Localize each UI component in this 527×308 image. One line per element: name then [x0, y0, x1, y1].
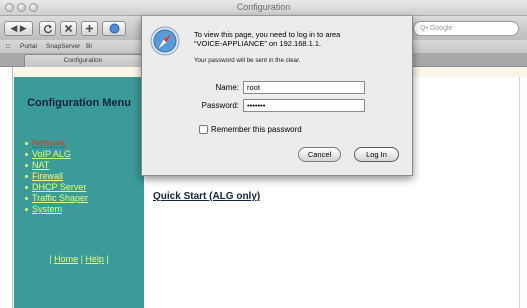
window-title: Configuration [236, 2, 291, 12]
bookmarks-book-icon[interactable]: □ [6, 43, 10, 50]
tab-configuration[interactable]: Configuration [24, 54, 142, 67]
address-bar-icon[interactable] [102, 21, 126, 36]
menu-item-traffic-shaper[interactable]: Traffic Shaper [25, 193, 88, 204]
bullet-icon [25, 153, 28, 156]
menu-item-label: System [32, 204, 63, 214]
cancel-button[interactable]: Cancel [298, 147, 341, 162]
bullet-icon [25, 197, 28, 200]
menu-item-label: Firewall [32, 171, 64, 181]
plus-icon[interactable] [81, 21, 98, 36]
help-link[interactable]: Help [85, 254, 104, 264]
bookmark-portal[interactable]: Portal [20, 43, 37, 50]
clear-text-warning: Your password will be sent in the clear. [194, 57, 301, 64]
sidebar-footer: | Home | Help | [49, 254, 109, 264]
bookmark-truncated[interactable]: Bi [86, 43, 92, 50]
menu-item-label: Traffic Shaper [32, 193, 89, 203]
back-forward-button[interactable]: ◀ ▶ [4, 21, 33, 36]
menu-item-system[interactable]: System [25, 204, 88, 215]
home-link[interactable]: Home [54, 254, 78, 264]
menu-item-label: VoIP ALG [32, 149, 71, 159]
name-label: Name: [215, 83, 239, 92]
quick-start-link[interactable]: Quick Start (ALG only) [153, 191, 260, 202]
remember-password-label[interactable]: Remember this password [211, 125, 302, 134]
config-sidebar: Configuration Menu Network VoIP ALG NAT … [14, 77, 144, 308]
bullet-icon [25, 208, 28, 211]
password-field[interactable]: ••••••• [243, 99, 365, 112]
remember-password-checkbox[interactable] [199, 125, 208, 134]
sidebar-title-text: Configuration Menu [27, 97, 131, 109]
stop-icon[interactable] [60, 21, 77, 36]
refresh-icon[interactable] [39, 21, 56, 36]
config-menu: Network VoIP ALG NAT Firewall DHCP Serve… [25, 138, 88, 215]
menu-item-firewall[interactable]: Firewall [25, 171, 88, 182]
menu-item-label: NAT [32, 160, 50, 170]
right-divider [519, 77, 520, 308]
login-dialog: To view this page, you need to log in to… [141, 16, 413, 176]
bullet-icon [25, 164, 28, 167]
bullet-icon [25, 186, 28, 189]
menu-item-network[interactable]: Network [25, 138, 88, 149]
bullet-icon [25, 142, 28, 145]
login-button[interactable]: Log In [354, 147, 399, 162]
sidebar-title: Configuration Menu [14, 97, 144, 110]
login-message-line2: “VOICE-APPLIANCE” on 192.168.1.1. [194, 39, 322, 48]
bookmark-snapserver[interactable]: SnapServer [46, 43, 80, 50]
menu-item-dhcp-server[interactable]: DHCP Server [25, 182, 88, 193]
search-input[interactable]: Q• Google [413, 21, 519, 36]
safari-compass-icon [150, 26, 180, 56]
password-label: Password: [201, 101, 239, 110]
bullet-icon [25, 175, 28, 178]
menu-item-nat[interactable]: NAT [25, 160, 88, 171]
title-bar: Configuration [0, 0, 527, 16]
menu-item-voip-alg[interactable]: VoIP ALG [25, 149, 88, 160]
name-field[interactable]: root [243, 81, 365, 94]
login-message: To view this page, you need to log in to… [194, 30, 406, 48]
left-strip [0, 67, 13, 308]
login-message-line1: To view this page, you need to log in to… [194, 30, 341, 39]
menu-item-label: Network [32, 138, 66, 148]
menu-item-label: DHCP Server [32, 182, 87, 192]
